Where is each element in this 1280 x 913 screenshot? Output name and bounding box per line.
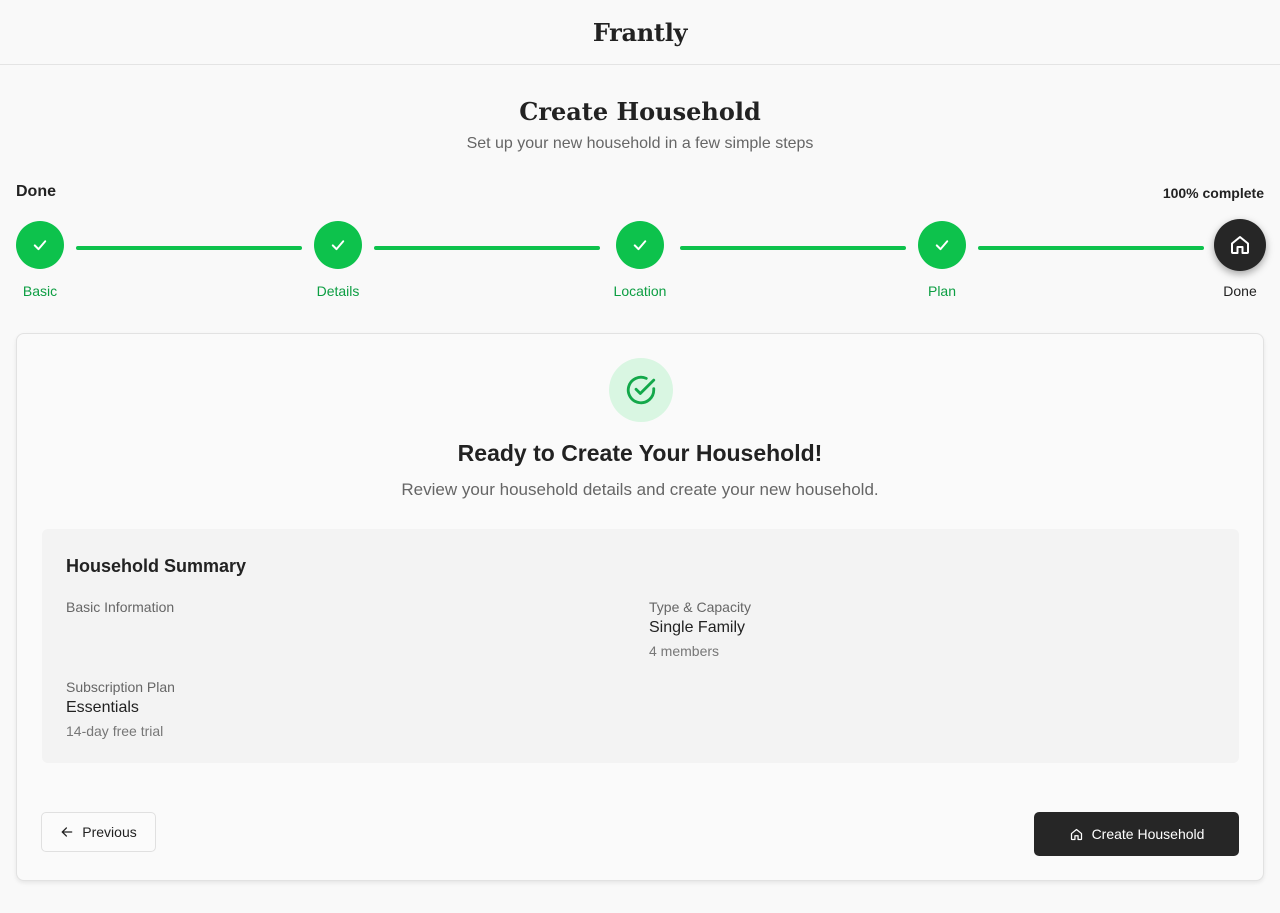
trial-note: 14-day free trial — [66, 723, 164, 739]
basic-info-label: Basic Information — [66, 599, 175, 615]
step-done[interactable] — [1214, 219, 1266, 271]
check-icon — [329, 236, 347, 254]
success-badge — [609, 358, 673, 422]
subscription-plan-label: Subscription Plan — [66, 679, 175, 695]
brand-logo[interactable]: Frantly — [593, 18, 688, 47]
arrow-left-icon — [60, 825, 74, 839]
household-summary: Household Summary Basic Information Type… — [42, 529, 1239, 763]
check-icon — [631, 236, 649, 254]
plan-name-value: Essentials — [66, 699, 139, 716]
top-bar: Frantly — [0, 0, 1280, 65]
step-label-details: Details — [316, 283, 360, 299]
step-basic[interactable] — [16, 221, 64, 269]
step-label-basic: Basic — [22, 283, 58, 299]
create-household-button[interactable]: Create Household — [1034, 812, 1239, 856]
step-connector — [76, 246, 302, 250]
progress-percent: 100% complete — [1162, 185, 1264, 201]
previous-button-label: Previous — [82, 824, 137, 840]
type-capacity-label: Type & Capacity — [649, 599, 751, 615]
check-icon — [31, 236, 49, 254]
step-label-plan: Plan — [927, 283, 957, 299]
card-subheading: Review your household details and create… — [401, 480, 879, 499]
page-subtitle: Set up your new household in a few simpl… — [466, 135, 814, 152]
home-icon — [1069, 827, 1084, 842]
check-icon — [933, 236, 951, 254]
step-location[interactable] — [616, 221, 664, 269]
page-title: Create Household — [519, 97, 761, 126]
household-type-value: Single Family — [649, 619, 746, 636]
step-details[interactable] — [314, 221, 362, 269]
step-connector — [680, 246, 906, 250]
previous-button[interactable]: Previous — [41, 812, 156, 852]
check-circle-icon — [624, 373, 658, 407]
step-connector — [374, 246, 600, 250]
summary-title: Household Summary — [66, 556, 247, 576]
current-step-label: Done — [16, 183, 56, 200]
step-connector — [978, 246, 1204, 250]
step-label-location: Location — [613, 283, 667, 299]
card-heading: Ready to Create Your Household! — [457, 440, 823, 466]
home-icon — [1228, 233, 1252, 257]
step-label-done: Done — [1223, 283, 1257, 299]
step-plan[interactable] — [918, 221, 966, 269]
create-household-button-label: Create Household — [1091, 826, 1205, 842]
review-card: Ready to Create Your Household! Review y… — [16, 333, 1264, 881]
member-count: 4 members — [649, 643, 720, 659]
